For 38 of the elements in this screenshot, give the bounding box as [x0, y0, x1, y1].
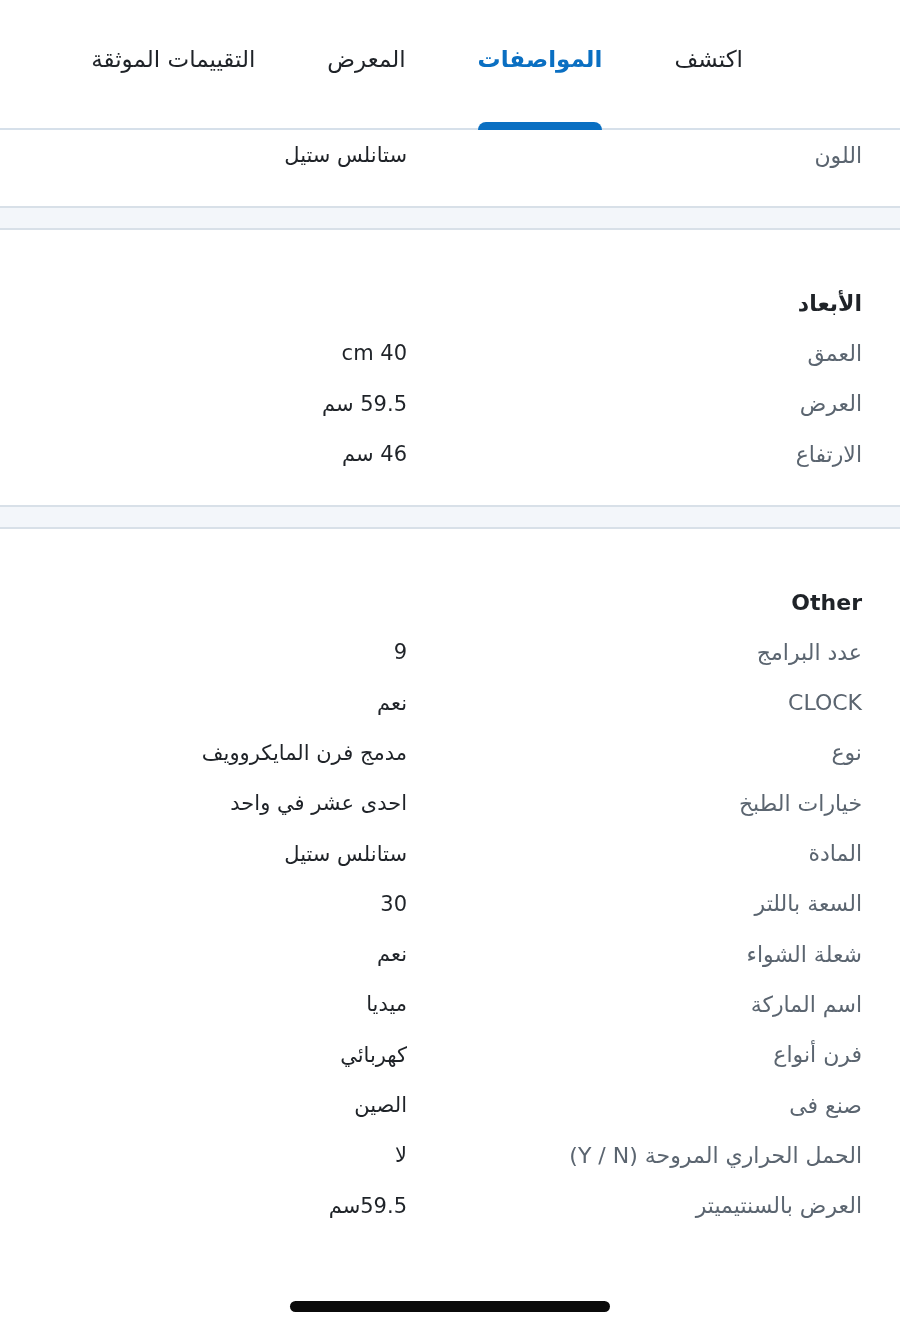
tab[interactable]: المواصفات: [477, 0, 603, 128]
spec-label: خيارات الطبخ: [738, 790, 862, 816]
spec-label: اللون: [814, 142, 862, 168]
spec-value: ستانلس ستيل: [284, 143, 407, 168]
spec-label: الحمل الحراري المروحة (Y / N): [569, 1142, 862, 1168]
spec-value: 59.5 سم: [322, 391, 407, 416]
spec-value: مدمج فرن المايكروويف: [201, 740, 407, 765]
spec-value: 9: [393, 640, 407, 665]
spec-value: ميديا: [366, 992, 407, 1017]
spec-value: الصين: [354, 1093, 407, 1117]
spec-label: السعة باللتر: [754, 891, 862, 917]
spec-value: 46 سم: [342, 442, 407, 467]
spec-value: لا: [395, 1143, 407, 1168]
spec-label: نوع: [831, 740, 862, 766]
spec-label: العمق: [807, 340, 862, 366]
spec-label: عدد البرامج: [756, 639, 862, 665]
tab[interactable]: اكتشف: [674, 0, 743, 128]
spec-label: العرض: [799, 391, 862, 417]
spec-label: صنع فى: [789, 1092, 862, 1118]
spec-value: 30: [380, 891, 407, 916]
spec-label: المادة: [808, 841, 862, 866]
spec-value: نعم: [377, 690, 407, 715]
spec-value: نعم: [377, 942, 407, 967]
tab[interactable]: التقييمات الموثقة: [91, 0, 256, 128]
spec-label: الارتفاع: [795, 441, 862, 467]
spec-label: CLOCK: [788, 690, 862, 716]
spec-value: كهربائي: [340, 1042, 407, 1067]
spec-value: cm 40: [341, 341, 407, 366]
section-title: Other: [790, 588, 862, 617]
spec-label: شعلة الشواء: [746, 941, 862, 967]
spec-label: العرض بالسنتيميتر: [695, 1193, 862, 1219]
spec-value: احدى عشر في واحد: [230, 791, 407, 816]
tab[interactable]: المعرض: [327, 0, 406, 128]
section-title: الأبعاد: [796, 289, 862, 318]
spec-value: 59.5سم: [328, 1193, 407, 1218]
spec-label: اسم الماركة: [750, 991, 862, 1017]
spec-value: ستانلس ستيل: [284, 841, 407, 866]
spec-label: فرن أنواع: [773, 1042, 862, 1068]
